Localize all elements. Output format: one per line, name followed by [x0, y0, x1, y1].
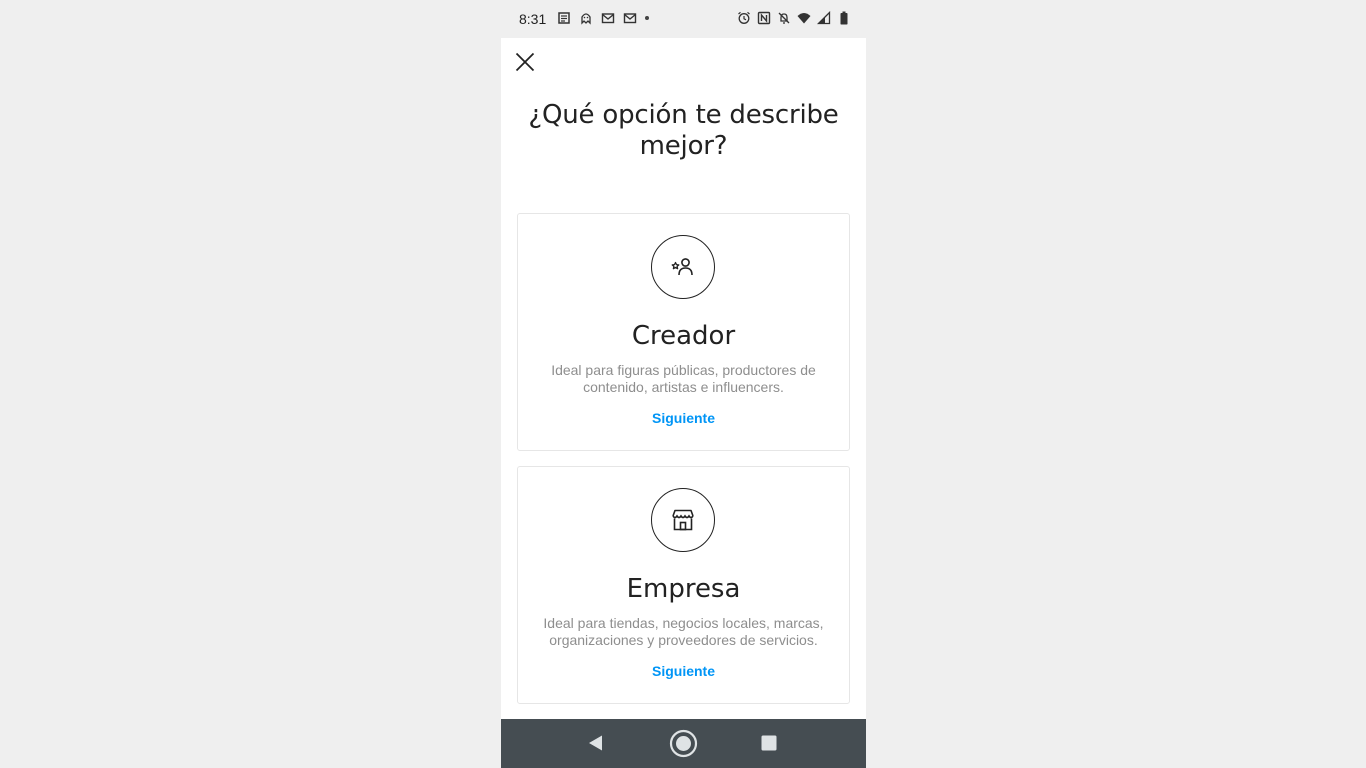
close-button[interactable] [513, 50, 537, 74]
gmail-icon [601, 13, 615, 24]
business-option-card[interactable]: Empresa Ideal para tiendas, negocios loc… [517, 466, 850, 704]
status-time: 8:31 [519, 11, 547, 27]
creator-star-person-icon [671, 258, 693, 276]
nfc-icon [757, 11, 771, 25]
battery-icon [840, 11, 848, 25]
storefront-icon [672, 509, 694, 531]
recents-square-icon[interactable] [761, 735, 777, 751]
phone-screen: 8:31 ¿Qué opción te describe mejor? Crea… [501, 0, 866, 768]
wifi-icon [797, 13, 811, 24]
business-description: Ideal para tiendas, negocios locales, ma… [543, 615, 824, 648]
mute-icon [778, 12, 790, 24]
home-circle-icon[interactable] [669, 729, 698, 758]
status-bar: 8:31 [501, 0, 866, 38]
more-dot-icon [645, 16, 649, 20]
ghost-notification-icon [581, 13, 591, 25]
news-icon [558, 12, 570, 24]
navigation-bar [501, 719, 866, 768]
status-system-icons [737, 11, 851, 25]
creator-title: Creador [631, 321, 736, 351]
creator-next-link[interactable]: Siguiente [518, 410, 849, 426]
back-triangle-icon[interactable] [587, 734, 605, 752]
business-title: Empresa [626, 574, 741, 604]
signal-icon [817, 11, 831, 25]
status-notification-icons [557, 11, 649, 25]
creator-option-card[interactable]: Creador Ideal para figuras públicas, pro… [517, 213, 850, 451]
business-icon-circle [651, 488, 715, 552]
creator-icon-circle [651, 235, 715, 299]
business-next-link[interactable]: Siguiente [518, 663, 849, 679]
creator-description: Ideal para figuras públicas, productores… [551, 362, 816, 395]
alarm-icon [738, 11, 750, 24]
page-title: ¿Qué opción te describe mejor? [528, 100, 839, 161]
close-icon [515, 52, 535, 72]
gmail-icon [623, 13, 637, 24]
